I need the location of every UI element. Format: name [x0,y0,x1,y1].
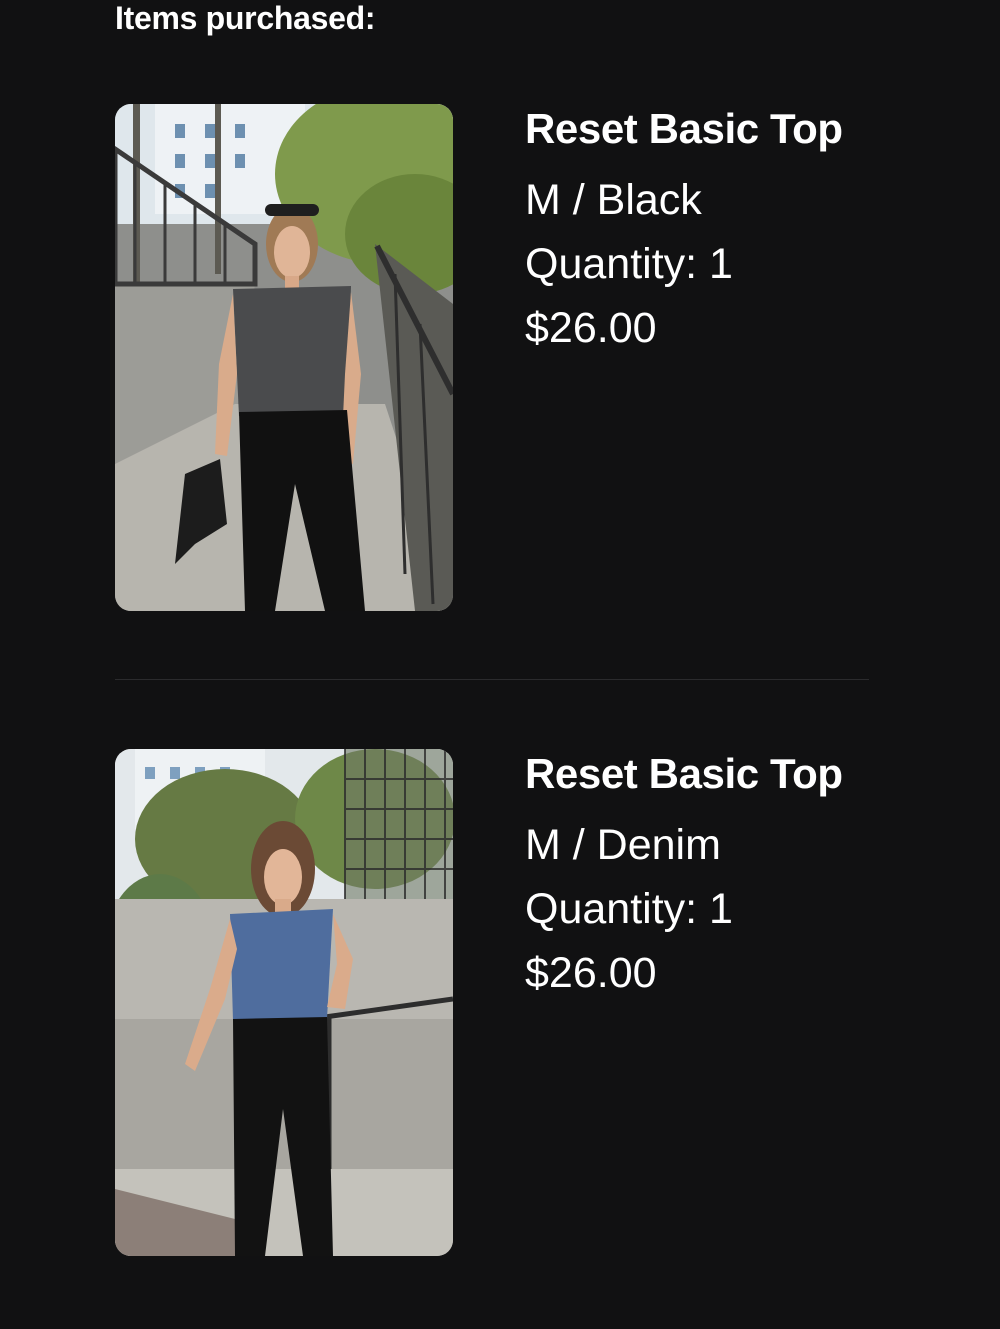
purchased-item: Reset Basic Top M / Denim Quantity: 1 $2… [115,749,869,1256]
product-price: $26.00 [525,949,657,997]
product-name[interactable]: Reset Basic Top [525,749,843,799]
product-photo-denim-top-icon [115,749,453,1256]
product-variant: M / Denim [525,821,721,869]
product-quantity: Quantity: 1 [525,885,733,933]
product-quantity: Quantity: 1 [525,240,733,288]
purchased-item: Reset Basic Top M / Black Quantity: 1 $2… [115,104,869,611]
product-image[interactable] [115,749,453,1256]
product-photo-black-top-icon [115,104,453,611]
product-name[interactable]: Reset Basic Top [525,104,843,154]
items-purchased-heading: Items purchased: [115,0,376,36]
item-divider [115,679,869,680]
product-variant: M / Black [525,176,702,224]
item-details: Reset Basic Top M / Denim Quantity: 1 $2… [525,749,843,1005]
item-details: Reset Basic Top M / Black Quantity: 1 $2… [525,104,843,360]
product-price: $26.00 [525,304,657,352]
product-image[interactable] [115,104,453,611]
